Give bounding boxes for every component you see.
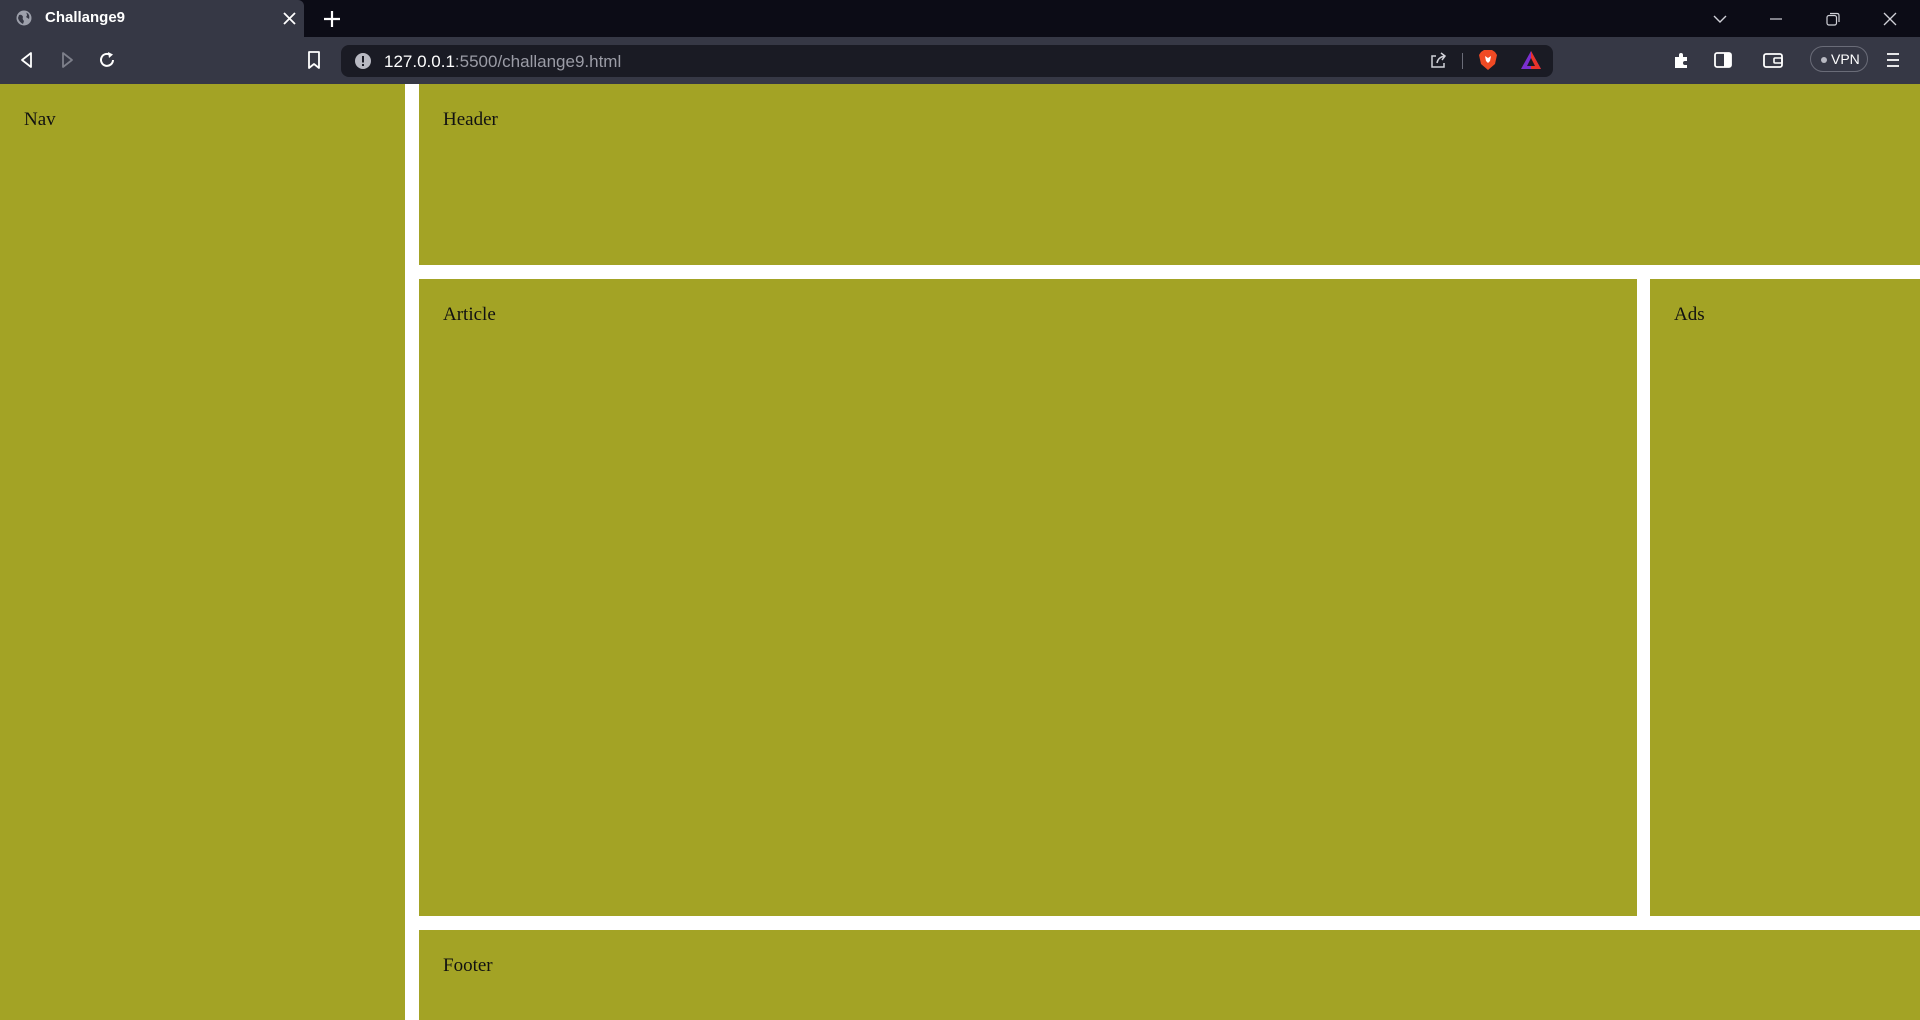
page-viewport: Nav Header Article Ads Footer <box>0 84 1920 1020</box>
minimize-button[interactable] <box>1748 0 1804 37</box>
article-label: Article <box>443 304 496 325</box>
menu-icon[interactable] <box>1882 49 1904 71</box>
close-tab-icon[interactable] <box>282 11 297 26</box>
nav-label: Nav <box>24 109 56 130</box>
ads-label: Ads <box>1674 304 1705 325</box>
nav-section: Nav <box>0 84 405 1020</box>
info-icon[interactable] <box>355 53 371 69</box>
reload-icon[interactable] <box>96 49 118 71</box>
url-host: 127.0.0.1 <box>384 52 455 71</box>
sidebar-icon[interactable] <box>1712 49 1734 71</box>
close-window-button[interactable] <box>1862 0 1918 37</box>
tab-search-button[interactable] <box>1692 0 1748 37</box>
back-icon[interactable] <box>16 49 38 71</box>
extensions-icon[interactable] <box>1671 49 1693 71</box>
brave-rewards-icon[interactable] <box>1520 50 1542 70</box>
new-tab-icon[interactable] <box>322 9 342 29</box>
header-section: Header <box>419 84 1920 265</box>
vpn-status-icon <box>1821 57 1827 63</box>
footer-label: Footer <box>443 955 493 976</box>
ads-section: Ads <box>1650 279 1920 916</box>
article-section: Article <box>419 279 1637 916</box>
address-bar[interactable]: 127.0.0.1:5500/challange9.html <box>341 45 1553 77</box>
vpn-label: VPN <box>1831 51 1860 67</box>
browser-toolbar: 127.0.0.1:5500/challange9.html VPN <box>0 37 1920 84</box>
tab-title: Challange9 <box>45 9 126 26</box>
share-icon[interactable] <box>1428 51 1448 71</box>
footer-section: Footer <box>419 930 1920 1020</box>
wallet-icon[interactable] <box>1762 49 1784 71</box>
tab-strip: Challange9 <box>0 0 1920 37</box>
minimize-icon <box>1770 18 1782 20</box>
forward-icon[interactable] <box>56 49 78 71</box>
globe-icon <box>16 10 32 26</box>
url-path: :5500/challange9.html <box>454 52 622 71</box>
url-text: 127.0.0.1:5500/challange9.html <box>384 52 621 72</box>
brave-shields-icon[interactable] <box>1478 49 1498 71</box>
chevron-down-icon <box>1713 15 1727 23</box>
close-icon <box>1883 12 1897 26</box>
header-label: Header <box>443 109 498 130</box>
restore-button[interactable] <box>1805 0 1861 37</box>
vpn-button[interactable]: VPN <box>1810 46 1868 72</box>
active-tab[interactable]: Challange9 <box>0 0 304 37</box>
restore-icon <box>1826 12 1840 26</box>
bookmark-icon[interactable] <box>303 49 325 71</box>
divider <box>1462 53 1463 69</box>
